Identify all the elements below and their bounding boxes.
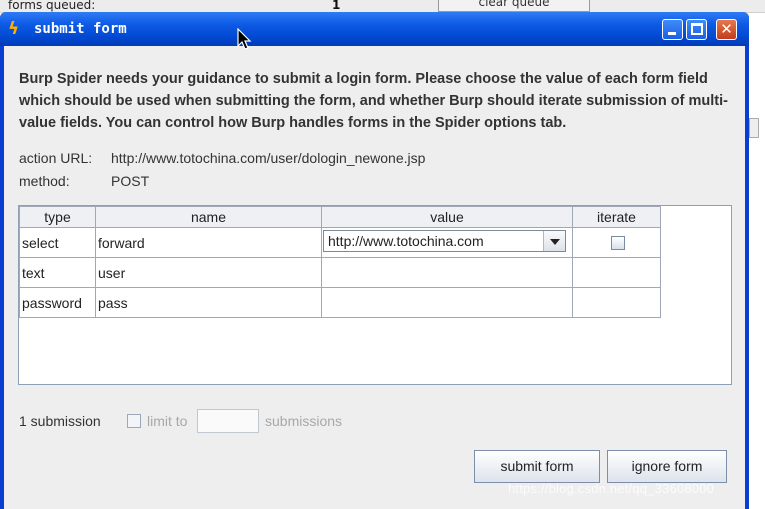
- column-header-iterate[interactable]: iterate: [572, 206, 661, 228]
- forms-queued-label: forms queued:: [8, 0, 96, 12]
- background-scroll-handle: [749, 118, 759, 138]
- value-select-text: http://www.totochina.com: [328, 233, 484, 249]
- cell-iterate: [572, 227, 661, 258]
- submit-form-dialog: ϟ submit form ✕ Burp Spider needs your g…: [0, 12, 749, 509]
- table-row[interactable]: password pass: [19, 287, 661, 318]
- watermark-text: https://blog.csdn.net/qq_33608000: [508, 481, 715, 496]
- submit-form-button[interactable]: submit form: [474, 450, 600, 483]
- mouse-cursor-icon: [237, 28, 252, 50]
- column-header-type[interactable]: type: [19, 206, 96, 228]
- submissions-unit-label: submissions: [265, 413, 343, 429]
- cell-iterate: [572, 257, 661, 288]
- ignore-form-button[interactable]: ignore form: [607, 450, 727, 483]
- minimize-button[interactable]: [662, 19, 683, 40]
- title-bar[interactable]: ϟ submit form ✕: [0, 12, 749, 46]
- submission-count: 1 submission: [19, 413, 101, 429]
- action-url-value: http://www.totochina.com/user/dologin_ne…: [111, 150, 426, 166]
- limit-input[interactable]: [197, 409, 259, 433]
- column-header-value[interactable]: value: [321, 206, 573, 228]
- method-value: POST: [111, 173, 150, 189]
- burp-lightning-icon: ϟ: [8, 19, 20, 39]
- maximize-button[interactable]: [686, 19, 707, 40]
- dialog-content: Burp Spider needs your guidance to submi…: [4, 46, 745, 509]
- cell-name: user: [95, 257, 322, 288]
- window-title: submit form: [34, 21, 127, 37]
- table-row[interactable]: text user: [19, 257, 661, 288]
- close-icon: ✕: [720, 20, 733, 38]
- action-url-row: action URL: http://www.totochina.com/user…: [19, 150, 425, 166]
- limit-checkbox[interactable]: [127, 414, 141, 428]
- minimize-icon: [668, 32, 676, 35]
- action-url-label: action URL:: [19, 150, 93, 166]
- table-row[interactable]: select forward http://www.totochina.com: [19, 227, 661, 258]
- table-header-row: type name value iterate: [19, 206, 661, 228]
- instruction-text: Burp Spider needs your guidance to submi…: [19, 71, 728, 131]
- iterate-checkbox[interactable]: [610, 235, 625, 250]
- clear-queue-button[interactable]: clear queue: [438, 0, 590, 12]
- cell-iterate: [572, 287, 661, 318]
- cell-type: text: [19, 257, 96, 288]
- limit-label: limit to: [147, 413, 188, 429]
- cell-name: pass: [95, 287, 322, 318]
- cell-value: http://www.totochina.com: [321, 227, 573, 258]
- method-row: method: POST: [19, 173, 149, 189]
- cell-value[interactable]: [321, 287, 573, 318]
- cell-type: password: [19, 287, 96, 318]
- value-select[interactable]: http://www.totochina.com: [323, 230, 566, 252]
- form-fields-table: type name value iterate select forward h…: [19, 206, 661, 318]
- cell-value[interactable]: [321, 257, 573, 288]
- cell-type: select: [19, 227, 96, 258]
- maximize-icon: [691, 23, 703, 35]
- close-button[interactable]: ✕: [716, 19, 737, 40]
- chevron-down-icon[interactable]: [543, 231, 565, 251]
- forms-queued-value: 1: [332, 0, 341, 12]
- method-label: method:: [19, 173, 70, 189]
- form-fields-table-panel: type name value iterate select forward h…: [18, 205, 732, 385]
- cell-name: forward: [95, 227, 322, 258]
- column-header-name[interactable]: name: [95, 206, 322, 228]
